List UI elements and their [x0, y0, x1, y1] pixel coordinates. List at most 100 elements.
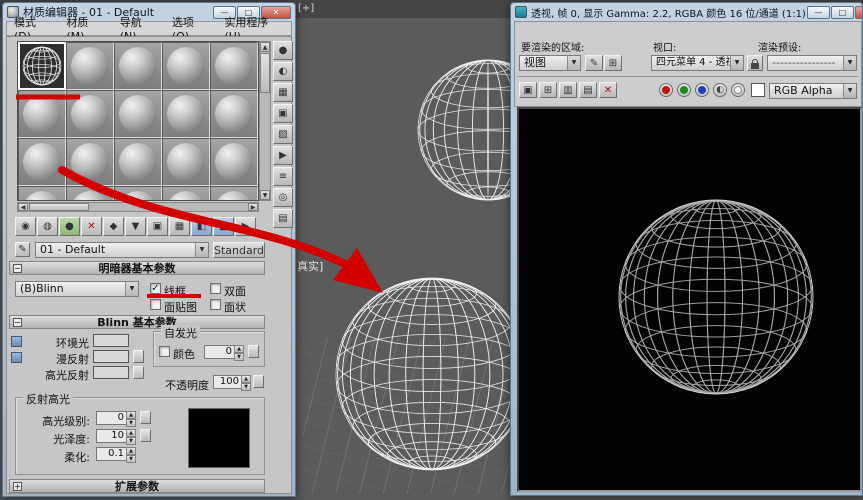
- material-slot[interactable]: [162, 186, 210, 201]
- slots-horizontal-scrollbar[interactable]: ◀ ▶: [17, 202, 259, 212]
- close-button[interactable]: ✕: [855, 6, 863, 19]
- show-map-in-viewport-icon[interactable]: ▦: [169, 217, 190, 236]
- video-color-check-icon[interactable]: ▨: [273, 125, 293, 144]
- red-channel-icon[interactable]: [659, 83, 673, 97]
- specular-map-button[interactable]: [133, 366, 144, 379]
- opacity-spinner[interactable]: 100 ▲▼: [213, 375, 251, 389]
- viewport-dropdown[interactable]: 四元菜单 4 - 透视: [651, 55, 744, 71]
- scroll-up-icon[interactable]: ▲: [260, 42, 270, 52]
- shader-rollout-header[interactable]: − 明暗器基本参数: [9, 261, 265, 275]
- material-slot[interactable]: [114, 186, 162, 201]
- material-slot[interactable]: [114, 90, 162, 138]
- ambient-diffuse-lock-icon[interactable]: [11, 336, 22, 347]
- diffuse-color-swatch[interactable]: [93, 350, 129, 363]
- viewport-sphere-main[interactable]: [332, 274, 534, 476]
- material-slot[interactable]: [210, 138, 258, 186]
- two-sided-checkbox[interactable]: [210, 283, 221, 294]
- material-slot[interactable]: [66, 42, 114, 90]
- material-slot[interactable]: [66, 186, 114, 201]
- go-to-sibling-icon[interactable]: ▶: [235, 217, 256, 236]
- material-slot[interactable]: [114, 42, 162, 90]
- get-material-icon[interactable]: ◉: [15, 217, 36, 236]
- specular-level-spinner[interactable]: 0 ▲▼: [96, 411, 136, 425]
- spinner-arrows-icon[interactable]: ▲▼: [241, 375, 251, 389]
- material-slot[interactable]: [210, 186, 258, 201]
- put-material-icon[interactable]: ◍: [37, 217, 58, 236]
- self-illum-color-checkbox[interactable]: [159, 346, 170, 357]
- scroll-left-icon[interactable]: ◀: [18, 203, 28, 211]
- material-slot[interactable]: [18, 138, 66, 186]
- self-illum-map-button[interactable]: [248, 345, 259, 358]
- glossiness-spinner[interactable]: 10 ▲▼: [96, 429, 136, 443]
- minimize-button[interactable]: —: [807, 6, 830, 19]
- diffuse-specular-lock-icon[interactable]: [11, 352, 22, 363]
- options-icon[interactable]: ≡: [273, 167, 293, 186]
- render-frame-window[interactable]: 透视, 帧 0, 显示 Gamma: 2.2, RGBA 颜色 16 位/通道 …: [510, 2, 863, 496]
- blue-channel-icon[interactable]: [695, 83, 709, 97]
- clear-image-icon[interactable]: ✕: [599, 82, 617, 98]
- area-to-render-dropdown[interactable]: 视图: [519, 55, 581, 71]
- collapse-icon[interactable]: −: [13, 318, 22, 327]
- render-canvas[interactable]: [517, 107, 862, 492]
- material-slot[interactable]: [66, 138, 114, 186]
- wire-checkbox[interactable]: [150, 283, 161, 294]
- scroll-thumb[interactable]: [29, 203, 89, 211]
- spinner-arrows-icon[interactable]: ▲▼: [126, 411, 136, 425]
- render-window-titlebar[interactable]: 透视, 帧 0, 显示 Gamma: 2.2, RGBA 颜色 16 位/通道 …: [511, 3, 862, 21]
- blinn-rollout-header[interactable]: − Blinn 基本参数: [9, 315, 265, 329]
- faceted-checkbox[interactable]: [210, 299, 221, 310]
- go-to-parent-icon[interactable]: ▲: [213, 217, 234, 236]
- material-slot[interactable]: [162, 90, 210, 138]
- pick-material-eyedropper-icon[interactable]: ✎: [15, 242, 30, 257]
- edit-region-icon[interactable]: ✎: [585, 55, 603, 71]
- material-slot[interactable]: [210, 42, 258, 90]
- material-slot[interactable]: [210, 90, 258, 138]
- soften-spinner[interactable]: 0.1 ▲▼: [96, 447, 136, 461]
- diffuse-map-button[interactable]: [133, 350, 144, 363]
- glossiness-map-button[interactable]: [140, 429, 151, 442]
- make-preview-icon[interactable]: ▶: [273, 146, 293, 165]
- specular-color-swatch[interactable]: [93, 366, 129, 379]
- scroll-thumb[interactable]: [260, 53, 270, 93]
- mono-channel-icon[interactable]: ◐: [713, 83, 727, 97]
- spinner-arrows-icon[interactable]: ▲▼: [234, 345, 244, 359]
- expand-icon[interactable]: +: [13, 482, 22, 491]
- ambient-color-swatch[interactable]: [93, 334, 129, 347]
- viewport-label[interactable]: [+]: [298, 3, 314, 14]
- face-map-checkbox[interactable]: [150, 299, 161, 310]
- material-map-navigator-icon[interactable]: ▤: [273, 209, 293, 228]
- scroll-right-icon[interactable]: ▶: [248, 203, 258, 211]
- collapse-icon[interactable]: −: [13, 264, 22, 273]
- extended-rollout-header[interactable]: + 扩展参数: [9, 479, 265, 493]
- select-by-material-icon[interactable]: ◎: [273, 188, 293, 207]
- sample-type-icon[interactable]: ●: [273, 41, 293, 60]
- material-slot[interactable]: [114, 138, 162, 186]
- material-editor-window[interactable]: 材质编辑器 - 01 - Default — □ ✕ 模式(D) 材质(M) 导…: [2, 2, 296, 497]
- self-illum-spinner[interactable]: 0 ▲▼: [204, 345, 244, 359]
- material-slot[interactable]: [18, 90, 66, 138]
- show-end-result-icon[interactable]: ◧: [191, 217, 212, 236]
- green-channel-icon[interactable]: [677, 83, 691, 97]
- spinner-arrows-icon[interactable]: ▲▼: [126, 429, 136, 443]
- viewport-shading-label[interactable]: 真实]: [297, 258, 323, 274]
- maximize-button[interactable]: □: [831, 6, 854, 19]
- material-slot[interactable]: [18, 186, 66, 201]
- material-slot[interactable]: [162, 42, 210, 90]
- scroll-down-icon[interactable]: ▼: [260, 190, 270, 200]
- copy-image-icon[interactable]: ⊞: [539, 82, 557, 98]
- material-slot[interactable]: [162, 138, 210, 186]
- background-icon[interactable]: ▦: [273, 83, 293, 102]
- viewport-lock-icon[interactable]: [747, 55, 763, 71]
- background-color-swatch[interactable]: [751, 83, 765, 97]
- reset-material-icon[interactable]: ✕: [81, 217, 102, 236]
- shader-type-dropdown[interactable]: (B)Blinn: [15, 281, 139, 297]
- assign-material-icon[interactable]: ●: [59, 217, 80, 236]
- make-unique-icon[interactable]: ◆: [103, 217, 124, 236]
- material-slot[interactable]: [18, 42, 66, 90]
- channel-display-dropdown[interactable]: RGB Alpha: [769, 83, 857, 99]
- specular-level-map-button[interactable]: [140, 411, 151, 424]
- spinner-arrows-icon[interactable]: ▲▼: [126, 447, 136, 461]
- render-preset-dropdown[interactable]: ----------------: [767, 55, 857, 71]
- material-name-dropdown[interactable]: 01 - Default: [35, 242, 209, 258]
- material-id-icon[interactable]: ▣: [147, 217, 168, 236]
